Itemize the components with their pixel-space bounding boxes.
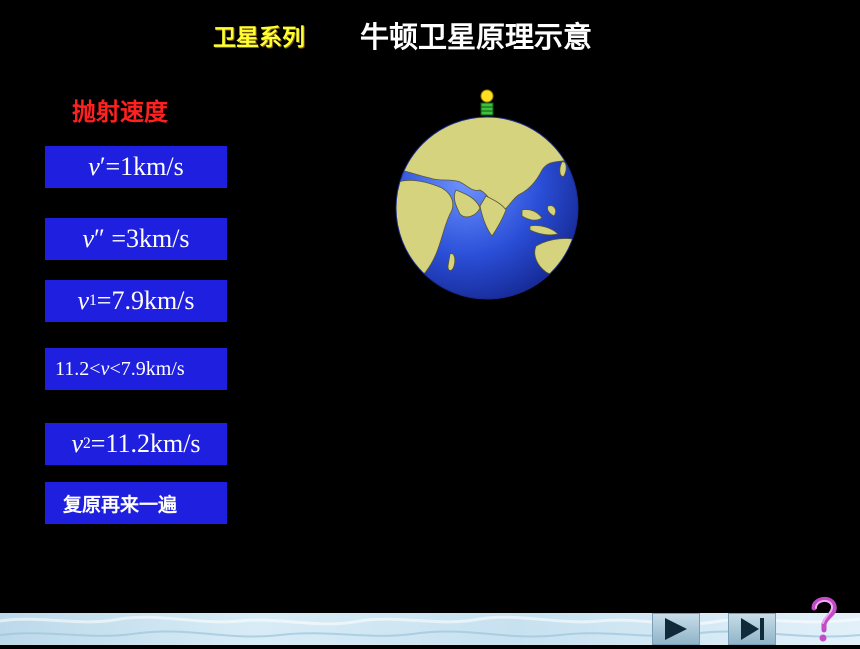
reset-label: 复原再来一遍 (63, 493, 178, 516)
speed-var: v (82, 224, 94, 253)
speed-pre: 11.2< (55, 357, 101, 380)
page-title: 牛顿卫星原理示意 (360, 20, 593, 54)
speed-button-second-cosmic[interactable]: v 2 =11.2km/s (45, 423, 227, 465)
speed-var: v (100, 357, 110, 380)
speed-text: ′=1km/s (99, 152, 184, 181)
speed-var: v (71, 429, 83, 458)
series-title: 卫星系列 (213, 25, 305, 51)
skip-end-icon (741, 618, 764, 640)
speed-text: =11.2km/s (90, 429, 201, 458)
play-icon (665, 618, 687, 640)
speed-subscript: 2 (82, 435, 91, 452)
globe (395, 116, 579, 300)
help-button[interactable] (806, 594, 840, 644)
earth-illustration (380, 86, 590, 306)
last-slide-button[interactable] (728, 613, 776, 645)
speed-button-range[interactable]: 11.2< v <7.9km/s (45, 348, 227, 390)
speed-text: =7.9km/s (96, 286, 195, 315)
question-mark-icon (811, 597, 837, 642)
speed-var: v (77, 286, 89, 315)
next-button[interactable] (652, 613, 700, 645)
cannon-icon[interactable] (480, 89, 494, 116)
speed-text: ″ =3km/s (93, 224, 190, 253)
speed-subscript: 1 (89, 292, 97, 309)
section-label: 抛射速度 (72, 98, 168, 126)
speed-var: v (88, 152, 100, 181)
speed-button-first-cosmic[interactable]: v 1 =7.9km/s (45, 280, 227, 322)
speed-button-1km[interactable]: v ′=1km/s (45, 146, 227, 188)
speed-post: <7.9km/s (109, 357, 185, 380)
reset-button[interactable]: 复原再来一遍 (45, 482, 227, 524)
speed-button-3km[interactable]: v ″ =3km/s (45, 218, 227, 260)
